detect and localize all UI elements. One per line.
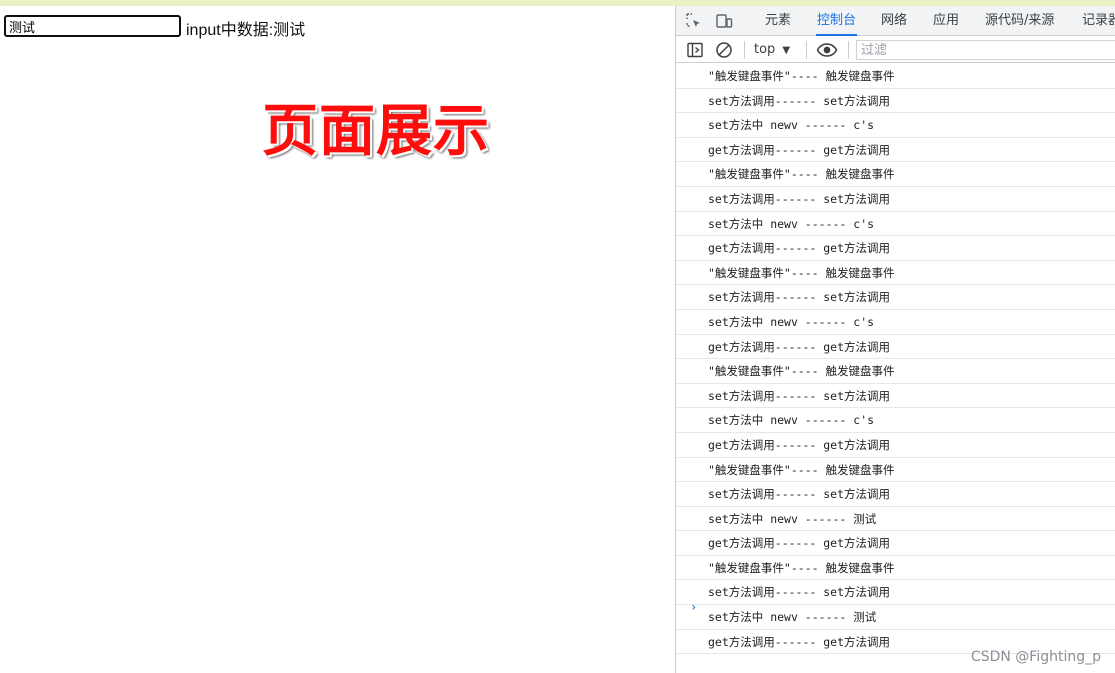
console-filter-input[interactable] xyxy=(856,40,1115,60)
toolbar-separator xyxy=(848,41,849,59)
context-selector-label: top xyxy=(754,42,776,57)
toolbar-separator xyxy=(806,41,807,59)
console-log-line: get方法调用------ get方法调用 xyxy=(676,236,1115,261)
console-log-line: get方法调用------ get方法调用 xyxy=(676,335,1115,360)
tab-elements[interactable]: 元素 xyxy=(765,6,791,36)
context-selector[interactable]: top ▼ xyxy=(754,41,790,59)
console-log-line: set方法调用------ set方法调用 xyxy=(676,384,1115,409)
tab-recorder[interactable]: 记录器 xyxy=(1082,6,1115,36)
toolbar-separator xyxy=(744,41,745,59)
console-log-line: set方法调用------ set方法调用 xyxy=(676,187,1115,212)
devtools-panel: 元素 控制台 网络 应用 源代码/来源 记录器 top ▼ 过滤 "触发键盘事件… xyxy=(675,6,1115,673)
console-log-line: set方法调用------ set方法调用 xyxy=(676,482,1115,507)
tab-application[interactable]: 应用 xyxy=(933,6,959,36)
console-log-line: set方法中 newv ------ c's xyxy=(676,113,1115,138)
console-output[interactable]: "触发键盘事件"---- 触发键盘事件 set方法调用------ set方法调用… xyxy=(676,64,1115,673)
sidebar-toggle-icon[interactable] xyxy=(686,41,704,59)
devtools-tab-bar: 元素 控制台 网络 应用 源代码/来源 记录器 xyxy=(676,6,1115,36)
console-prompt-caret[interactable]: › xyxy=(690,600,697,614)
console-log-line: set方法调用------ set方法调用 xyxy=(676,89,1115,114)
console-toolbar: top ▼ xyxy=(676,37,1115,63)
console-log-line: set方法调用------ set方法调用 xyxy=(676,285,1115,310)
tab-console[interactable]: 控制台 xyxy=(816,6,858,36)
clear-console-icon[interactable] xyxy=(715,41,733,59)
text-input[interactable] xyxy=(4,15,181,37)
console-log-line: set方法调用------ set方法调用 xyxy=(676,580,1115,606)
tab-sources[interactable]: 源代码/来源 xyxy=(985,6,1054,36)
console-log-line: set方法中 newv ------ c's xyxy=(676,310,1115,335)
console-log-line: get方法调用------ get方法调用 xyxy=(676,138,1115,163)
console-log-line: "触发键盘事件"---- 触发键盘事件 xyxy=(676,162,1115,187)
page-viewport: input中数据:测试 页面展示 xyxy=(0,6,675,673)
device-toolbar-icon[interactable] xyxy=(715,12,733,30)
console-log-line: get方法调用------ get方法调用 xyxy=(676,433,1115,458)
console-log-line: set方法中 newv ------ 测试 xyxy=(676,507,1115,532)
console-log-line: set方法中 newv ------ c's xyxy=(676,408,1115,433)
console-log-line: "触发键盘事件"---- 触发键盘事件 xyxy=(676,64,1115,89)
console-log-line: "触发键盘事件"---- 触发键盘事件 xyxy=(676,261,1115,286)
console-log-line: "触发键盘事件"---- 触发键盘事件 xyxy=(676,359,1115,384)
console-log-line: "触发键盘事件"---- 触发键盘事件 xyxy=(676,458,1115,483)
page-heading: 页面展示 xyxy=(262,99,490,164)
chevron-down-icon: ▼ xyxy=(782,45,791,56)
live-expression-eye-icon[interactable] xyxy=(816,41,838,59)
tab-network[interactable]: 网络 xyxy=(881,6,907,36)
console-log-line: "触发键盘事件"---- 触发键盘事件 xyxy=(676,556,1115,581)
console-log-line: set方法中 newv ------ c's xyxy=(676,212,1115,237)
watermark: CSDN @Fighting_p xyxy=(970,649,1101,665)
console-log-line: set方法中 newv ------ 测试 xyxy=(676,605,1115,630)
console-log-line: get方法调用------ get方法调用 xyxy=(676,531,1115,556)
inspect-element-icon[interactable] xyxy=(685,12,703,30)
input-value-display: input中数据:测试 xyxy=(186,22,306,39)
